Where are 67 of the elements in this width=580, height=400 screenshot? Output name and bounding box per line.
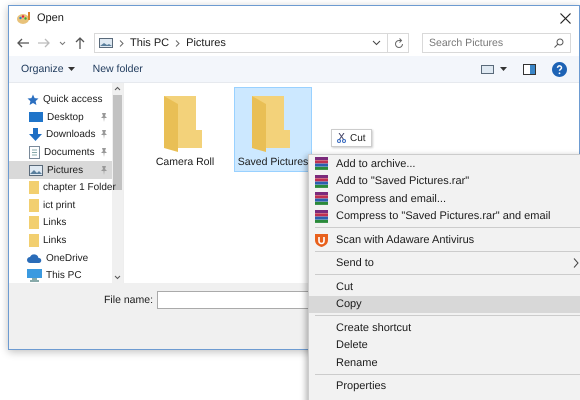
sidebar-item[interactable]: Desktop — [9, 108, 112, 126]
menu-item[interactable]: Delete — [309, 336, 580, 354]
cloud-icon — [27, 253, 42, 264]
up-arrow-icon[interactable] — [75, 37, 85, 49]
books-stack-icon — [315, 192, 328, 206]
sidebar-item[interactable]: ict print — [9, 196, 112, 214]
menu-item[interactable]: Copy — [309, 296, 580, 313]
preview-pane-icon[interactable] — [523, 64, 536, 74]
sidebar-item[interactable]: Links — [9, 214, 112, 232]
chevron-icon — [175, 40, 180, 46]
books-stack-icon — [315, 210, 328, 223]
sidebar-item[interactable]: OneDrive — [9, 249, 112, 267]
folder-tile[interactable]: Saved Pictures — [234, 87, 312, 172]
window-title: Open — [37, 12, 64, 24]
document-icon — [29, 146, 40, 160]
up-caret-icon[interactable] — [114, 86, 121, 91]
tooltip: Cut — [331, 129, 372, 147]
computer-icon — [27, 269, 42, 282]
organize-menu-button[interactable]: Organize — [21, 63, 75, 75]
new-folder-button[interactable]: New folder — [92, 63, 143, 75]
help-icon[interactable] — [552, 62, 567, 76]
search-icon — [554, 38, 564, 48]
file-name-label: File name: — [104, 293, 154, 308]
view-icon[interactable] — [481, 64, 494, 74]
paint-palette-icon — [17, 12, 31, 24]
caret-icon[interactable] — [372, 40, 381, 46]
menu-item[interactable]: Send to — [309, 254, 580, 272]
folder-icon — [29, 234, 39, 248]
caret-icon[interactable] — [500, 67, 507, 71]
breadcrumb-item[interactable]: Pictures — [186, 37, 226, 49]
star-icon — [27, 94, 39, 106]
menu-item[interactable]: Cut — [309, 278, 580, 296]
menu-item[interactable]: Add to archive... — [309, 155, 580, 172]
refresh-icon[interactable] — [394, 38, 404, 48]
menu-item[interactable]: Compress to "Saved Pictures.rar" and email — [309, 208, 580, 225]
menu-item[interactable]: Properties — [309, 378, 580, 395]
shield-icon — [315, 232, 328, 247]
sidebar-item[interactable]: Documents — [9, 144, 112, 162]
down-caret-icon[interactable] — [114, 275, 121, 280]
folder-tile[interactable]: Camera Roll — [146, 87, 224, 172]
menu-item[interactable]: Compress and email... — [309, 190, 580, 208]
address-bar[interactable]: This PC Pictures — [94, 33, 409, 53]
breadcrumb-item[interactable]: This PC — [130, 37, 170, 49]
menu-item[interactable]: Rename — [309, 354, 580, 372]
search-field[interactable]: Search Pictures — [422, 33, 571, 53]
books-stack-icon — [315, 157, 328, 170]
folder-icon — [29, 216, 39, 230]
caret-icon — [68, 67, 75, 71]
folder-icon — [29, 198, 39, 212]
picture-icon — [29, 164, 43, 176]
menu-item[interactable]: Create shortcut — [309, 319, 580, 336]
chevron-icon — [119, 40, 124, 46]
back-arrow-icon[interactable] — [17, 38, 29, 48]
books-stack-icon — [315, 174, 328, 188]
sidebar-item[interactable]: Links — [9, 232, 112, 250]
scissors-icon — [337, 133, 346, 143]
sidebar-item[interactable]: This PC — [9, 266, 112, 285]
picture-icon — [99, 38, 113, 48]
folder-icon — [29, 181, 39, 194]
menu-item[interactable]: Scan with Adaware Antivirus — [309, 231, 580, 248]
close-icon[interactable] — [560, 12, 571, 24]
sidebar-item[interactable]: Pictures — [9, 161, 112, 179]
desktop-icon — [29, 111, 43, 124]
sidebar-item[interactable]: Quick access — [9, 91, 112, 109]
menu-item[interactable]: Add to "Saved Pictures.rar" — [309, 172, 580, 190]
download-arrow-icon — [29, 128, 42, 142]
sidebar-item[interactable]: Downloads — [9, 126, 112, 144]
